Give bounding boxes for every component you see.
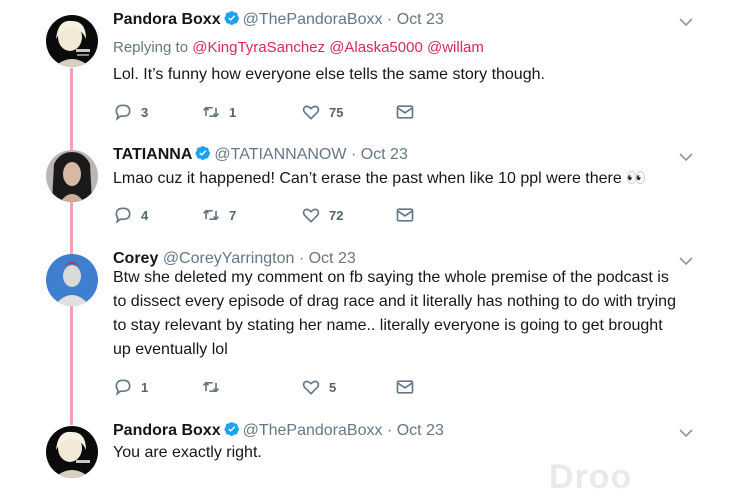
handle[interactable]: @ThePandoraBoxx — [243, 422, 383, 439]
heart-icon — [302, 105, 320, 120]
thread-line — [70, 68, 73, 425]
message-button[interactable] — [395, 377, 415, 397]
heart-icon — [302, 380, 320, 395]
message-button[interactable] — [395, 205, 415, 225]
display-name[interactable]: TATIANNA — [113, 146, 192, 163]
tweet-header: Pandora Boxx @ThePandoraBoxx · Oct 23 — [113, 421, 444, 441]
tweet-text-line: to dissect every episode of drag race an… — [113, 293, 676, 310]
timestamp[interactable]: Oct 23 — [397, 11, 444, 28]
tweet-text-line: Btw she deleted my comment on fb saying … — [113, 269, 669, 286]
tweet-text: Lmao cuz it happened! Can’t erase the pa… — [113, 170, 647, 187]
tweet-header: Pandora Boxx @ThePandoraBoxx · Oct 23 — [113, 10, 444, 30]
avatar[interactable] — [46, 15, 98, 67]
timestamp[interactable]: Oct 23 — [397, 422, 444, 439]
tweet-text: Btw she deleted my comment on fb saying … — [113, 266, 713, 362]
tweet-text-line: up eventually lol — [113, 341, 228, 358]
mention-link[interactable]: @KingTyraSanchez — [192, 39, 325, 56]
verified-badge-icon — [195, 146, 211, 160]
reply-button[interactable]: 3 — [113, 102, 148, 122]
like-count: 75 — [329, 104, 344, 120]
retweet-button[interactable] — [201, 377, 229, 397]
like-button[interactable]: 5 — [301, 377, 336, 397]
retweet-icon — [202, 106, 220, 118]
chevron-down-icon[interactable] — [678, 425, 694, 441]
mention-link[interactable]: @willam — [427, 39, 484, 56]
reply-count: 4 — [141, 207, 149, 223]
envelope-icon — [396, 380, 414, 394]
like-count: 5 — [329, 379, 337, 395]
verified-badge-icon — [224, 11, 239, 25]
display-name[interactable]: Pandora Boxx — [113, 422, 221, 439]
tweet-text-line: to stay relevant by stating her name.. l… — [113, 317, 663, 334]
replying-to: Replying to @KingTyraSanchez @Alaska5000… — [113, 39, 484, 56]
retweet-count: 1 — [229, 104, 237, 120]
tweet-header: TATIANNA @TATIANNANOW · Oct 23 — [113, 145, 408, 165]
timestamp[interactable]: Oct 23 — [361, 146, 408, 163]
retweet-icon — [202, 381, 220, 393]
retweet-button[interactable]: 1 — [201, 102, 236, 122]
separator-dot: · — [298, 250, 305, 267]
separator-dot: · — [386, 422, 393, 439]
message-button[interactable] — [395, 102, 415, 122]
chevron-down-icon[interactable] — [678, 149, 694, 165]
reply-icon — [115, 379, 131, 396]
display-name[interactable]: Pandora Boxx — [113, 11, 221, 28]
verified-badge-icon — [224, 422, 239, 436]
separator-dot: · — [350, 146, 357, 163]
reply-button[interactable]: 1 — [113, 377, 148, 397]
avatar[interactable] — [46, 150, 98, 202]
like-count: 72 — [329, 207, 344, 223]
handle[interactable]: @CoreyYarrington — [163, 250, 295, 267]
reply-icon — [115, 207, 131, 224]
retweet-count: 7 — [229, 207, 237, 223]
reply-count: 3 — [141, 104, 149, 120]
watermark-logo: Droo — [549, 458, 633, 496]
separator-dot: · — [386, 11, 393, 28]
envelope-icon — [396, 105, 414, 119]
chevron-down-icon[interactable] — [678, 14, 694, 30]
reply-count: 1 — [141, 379, 149, 395]
retweet-icon — [202, 209, 220, 221]
timestamp[interactable]: Oct 23 — [309, 250, 356, 267]
handle[interactable]: @TATIANNANOW — [214, 146, 346, 163]
replying-to-label: Replying to — [113, 39, 189, 56]
handle[interactable]: @ThePandoraBoxx — [243, 11, 383, 28]
display-name[interactable]: Corey — [113, 250, 158, 267]
mention-link[interactable]: @Alaska5000 — [329, 39, 423, 56]
avatar[interactable] — [46, 426, 98, 478]
reply-icon — [115, 104, 131, 121]
envelope-icon — [396, 208, 414, 222]
heart-icon — [302, 208, 320, 223]
retweet-button[interactable]: 7 — [201, 205, 236, 225]
reply-button[interactable]: 4 — [113, 205, 148, 225]
tweet-text: Lol. It’s funny how everyone else tells … — [113, 66, 545, 83]
avatar[interactable] — [46, 254, 98, 306]
like-button[interactable]: 72 — [301, 205, 343, 225]
like-button[interactable]: 75 — [301, 102, 343, 122]
